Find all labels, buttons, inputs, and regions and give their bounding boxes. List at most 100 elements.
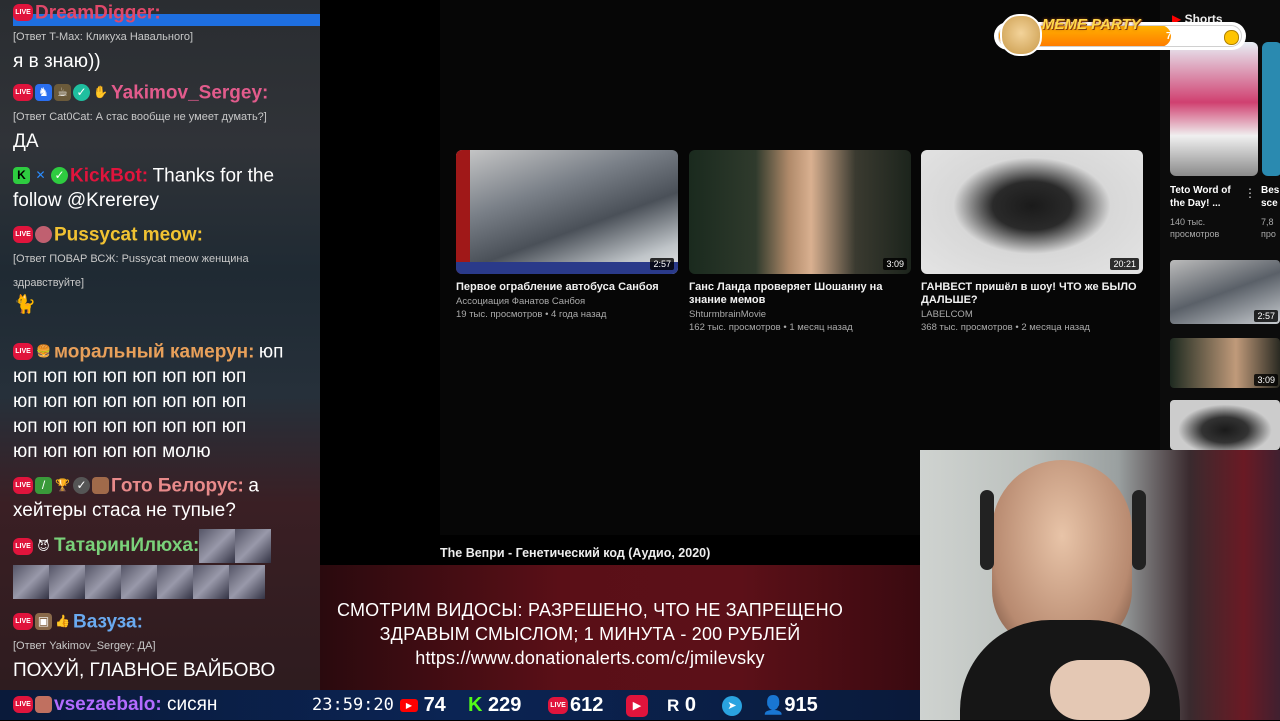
related-thumbnail[interactable]: 2:57	[1170, 260, 1280, 324]
live-badge-icon: LIVE	[13, 84, 33, 102]
chat-username: ТатаринИлюха:	[54, 535, 200, 556]
avatar	[92, 477, 109, 495]
short-title[interactable]: Bes sce	[1261, 184, 1279, 210]
video-duration: 3:09	[883, 258, 907, 270]
chat-message: LIVE ▣ 👍 Вазуза: [Ответ Yakimov_Sergey: ДА]…	[0, 609, 320, 683]
short-meta: 140 тыс. просмотров	[1170, 217, 1220, 239]
chat-text: хейтеры стаса не тупые?	[13, 500, 236, 521]
streamer-hand	[1050, 660, 1150, 720]
chat-message: LIVE 🍔 моральный камерун: юп юп юп юп юп ю…	[0, 339, 320, 464]
chat-username: Pussycat meow:	[54, 224, 203, 246]
emote-image	[49, 564, 85, 599]
emote-badge-icon: 😈	[37, 538, 50, 553]
person-icon: 👤	[762, 695, 785, 715]
kick-viewers: K 229	[468, 694, 522, 716]
chat-username: DreamDigger:	[35, 2, 161, 24]
video-duration: 20:21	[1110, 258, 1139, 270]
emote-image	[157, 564, 193, 599]
video-card[interactable]: 3:09 Ганс Ланда проверяет Шошанну на зна…	[689, 150, 911, 333]
chat-reply: [Ответ Cat0Cat: А стас вообще не умеет д…	[13, 111, 267, 123]
emote-image	[121, 564, 157, 599]
short-thumbnail[interactable]	[1262, 42, 1280, 176]
emote-badge-icon: ☕	[54, 84, 71, 102]
video-title[interactable]: ГАНВЕСТ пришёл в шоу! ЧТО же БЫЛО	[921, 281, 1143, 294]
chat-reply: [Ответ T-Max: Кликуха Навального]	[13, 31, 194, 43]
chat-text: ДА	[13, 131, 39, 152]
video-title-cont[interactable]: знание мемов	[689, 294, 911, 307]
emote-badge-icon: ▣	[35, 613, 52, 631]
video-channel[interactable]: Ассоциация Фанатов Санбоя	[456, 296, 678, 307]
chat-message: LIVE ♞ ☕ ✓ ✋ Yakimov_Sergey: [Ответ Cat0Cat: …	[0, 80, 320, 154]
more-options-icon[interactable]: ⋮	[1244, 186, 1256, 200]
video-card[interactable]: 2:57 Первое ограбление автобуса Санбоя А…	[456, 150, 678, 320]
emote-image	[235, 529, 272, 563]
donation-line-1: СМОТРИМ ВИДОСЫ: РАЗРЕШЕНО, ЧТО НЕ ЗАПРЕЩ…	[336, 600, 844, 620]
chat-text: юп юп юп юп юп юп юп юп	[13, 391, 247, 412]
emote-image	[229, 564, 265, 599]
emote-badge-icon: /	[35, 477, 52, 495]
video-meta: 19 тыс. просмотров • 4 года назад	[456, 309, 607, 320]
stream-stats-bar: LIVE vsezaebalo: сисян 23:59:20 ▶ 74 K 22…	[0, 690, 920, 720]
telegram-icon[interactable]: ➤	[722, 690, 742, 720]
verified-badge-icon: ✓	[73, 84, 90, 102]
live-badge-icon: LIVE	[13, 343, 33, 361]
chat-text: сисян	[167, 694, 218, 715]
live-badge-icon: LIVE	[13, 226, 33, 244]
chat-text: а	[248, 475, 259, 497]
related-thumbnail[interactable]	[1170, 400, 1280, 450]
live-badge-icon: LIVE	[13, 4, 33, 22]
emote-image	[193, 564, 229, 599]
video-thumbnail[interactable]: 3:09	[689, 150, 911, 274]
kick-badge-icon: K	[13, 167, 30, 185]
emote-image	[13, 564, 49, 599]
short-meta: 7,8 про	[1261, 217, 1276, 239]
chat-text: юп	[258, 341, 284, 363]
chat-message: LIVE 😈 ТатаринИлюха:	[0, 528, 320, 600]
chat-message: LIVE / 🏆 ✓ Гото Белорус: а хейтеры стаса не …	[0, 473, 320, 523]
video-card[interactable]: 20:21 ГАНВЕСТ пришёл в шоу! ЧТО же БЫЛО …	[921, 150, 1143, 333]
chat-message: K ✕ ✓ KickBot: Thanks for the follow @Krere…	[0, 163, 320, 213]
webcam-feed	[920, 450, 1280, 720]
video-title-cont[interactable]: ДАЛЬШЕ?	[921, 294, 1143, 307]
chat-text: ПОХУЙ, ГЛАВНОЕ ВАЙБОВО	[13, 660, 276, 681]
short-title[interactable]: Teto Word of the Day! ...	[1170, 184, 1231, 210]
video-channel[interactable]: LABELCOM	[921, 309, 1143, 320]
chat-text: я в знаю))	[13, 51, 101, 72]
subscriber-badge-icon: ♞	[35, 84, 52, 102]
live-badge-icon: LIVE	[13, 477, 33, 495]
video-title[interactable]: Ганс Ланда проверяет Шошанну на	[689, 281, 911, 294]
live-badge-icon: LIVE	[13, 537, 33, 555]
meme-party-label: MEME PARTY	[1042, 16, 1141, 33]
vk-video-icon: ▶	[626, 694, 648, 717]
meme-party-widget: MEME PARTY 711 / 1000	[990, 14, 1250, 56]
rutube-icon: R	[667, 696, 680, 715]
coin-icon	[1224, 30, 1239, 45]
avatar	[35, 226, 52, 244]
chat-username: моральный камерун:	[54, 341, 255, 363]
kick-icon: K	[468, 694, 483, 716]
vk-live-icon: LIVE	[548, 697, 568, 715]
emote-image	[199, 529, 236, 563]
chat-username: Вазуза:	[73, 611, 143, 633]
chat-message: LIVE vsezaebalo: сисян	[13, 690, 217, 720]
meme-party-progress: 711 / 1000	[1166, 31, 1213, 42]
video-channel[interactable]: ShturmbrainMovie	[689, 309, 911, 320]
video-meta: 368 тыс. просмотров • 2 месяца назад	[921, 322, 1090, 333]
chat-message: LIVE DreamDigger: [Ответ T-Max: Кликуха Н…	[0, 0, 320, 74]
rutube-viewers: ▶	[626, 690, 648, 720]
stream-clock: 23:59:20	[312, 695, 394, 715]
headphones-icon	[1132, 490, 1146, 570]
chat-username: KickBot:	[70, 165, 149, 187]
now-playing-title[interactable]: The Вепри - Генетический код (Аудио, 202…	[440, 546, 710, 560]
video-thumbnail[interactable]: 2:57	[456, 150, 678, 274]
trophy-badge-icon: 🏆	[55, 478, 70, 493]
short-thumbnail[interactable]	[1170, 42, 1258, 176]
related-thumbnail[interactable]: 3:09	[1170, 338, 1280, 388]
video-title[interactable]: Первое ограбление автобуса Санбоя	[456, 281, 678, 294]
donation-link: https://www.donationalerts.com/c/jmilevs…	[415, 648, 765, 668]
chat-message: LIVE Pussycat meow: [Ответ ПОВАР ВСЖ: Pus…	[0, 222, 320, 325]
chat-username: Yakimov_Sergey:	[111, 82, 269, 104]
cat-emote-icon: 🐈	[13, 293, 37, 314]
vk-live-viewers: LIVE 612	[548, 690, 603, 720]
video-thumbnail[interactable]: 20:21	[921, 150, 1143, 274]
